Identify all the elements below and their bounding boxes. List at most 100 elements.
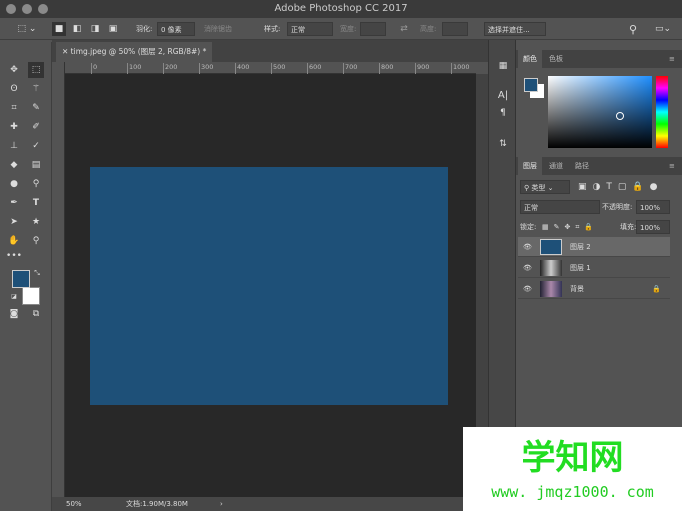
document-image[interactable] [90,167,448,405]
lasso-tool-icon[interactable]: ʘ [6,81,22,97]
marquee-preset-icon[interactable]: ⬚ ⌄ [14,22,40,36]
intersect-selection-icon[interactable]: ▣ [106,22,120,36]
default-colors-icon[interactable]: ◪ [10,292,18,300]
path-select-icon[interactable]: ➤ [6,214,22,230]
layer-row[interactable]: 👁 图层 1 [518,258,670,278]
layer-filter-icons[interactable]: ▣◑T▢🔒● [578,180,663,194]
more-tools-icon[interactable]: ••• [6,250,22,262]
marquee-tool-icon[interactable]: ⬚ [28,62,44,78]
history-panel-icon[interactable]: ▦ [495,58,511,74]
ruler-tick: 100 [127,63,141,74]
dodge-tool-icon[interactable]: ⚲ [28,176,44,192]
ruler-tick: 1000 [451,63,470,74]
antialias-checkbox[interactable]: 消除锯齿 [204,22,232,36]
color-panel-tabs: 颜色 色板 ≡ [516,50,682,68]
hand-tool-icon[interactable]: ✋ [6,233,22,249]
opacity-input[interactable]: 100% [636,200,670,214]
hue-slider[interactable] [656,76,668,148]
history-brush-icon[interactable]: ✓ [28,138,44,154]
quick-mask-icon[interactable]: ◙ [6,308,22,320]
swap-icon[interactable]: ⇄ [398,22,410,36]
subtract-selection-icon[interactable]: ◨ [88,22,102,36]
visibility-eye-icon[interactable]: 👁 [523,237,532,257]
zoom-tool-icon[interactable]: ⚲ [28,233,44,249]
layer-thumbnail [540,260,562,276]
color-picker-field[interactable] [548,76,652,148]
workspace-icon[interactable]: ▭⌄ [652,22,674,36]
screen-mode-icon[interactable]: ⧉ [28,308,44,320]
zoom-level[interactable]: 50% [66,497,82,511]
visibility-eye-icon[interactable]: 👁 [523,258,532,278]
feather-input[interactable]: 0 像素 [157,22,195,36]
style-label: 样式: [264,25,281,33]
status-menu-arrow-icon[interactable]: › [220,497,223,511]
style-select[interactable]: 正常 [287,22,333,36]
panel-menu-icon[interactable]: ≡ [664,157,680,175]
layer-name[interactable]: 背景 [570,279,584,299]
lock-icons[interactable]: ▦✎✥⌗🔒 [542,220,598,234]
fill-label: 填充: [620,223,637,231]
layers-panel-tabs: 图层 通道 路径 ≡ [516,157,682,175]
layer-thumbnail [540,281,562,297]
document-tab-label: timg.jpeg @ 50% (图层 2, RGB/8#) * [70,47,207,56]
width-input[interactable] [360,22,386,36]
blend-mode-select[interactable]: 正常 [520,200,600,214]
swap-colors-icon[interactable]: ⤡ [32,268,42,278]
lock-icon: 🔒 [652,285,661,293]
layer-filter-label: 类型 [531,184,546,192]
color-fg-swatch[interactable] [524,78,538,92]
height-input[interactable] [442,22,468,36]
search-icon[interactable]: ⚲ [626,22,640,36]
ruler-tick: 200 [163,63,177,74]
zoom-window-button[interactable] [38,4,48,14]
properties-panel-icon[interactable]: ⇅ [495,136,511,152]
type-tool-icon[interactable]: T [28,195,44,211]
height-label: 高度: [420,25,437,33]
lock-label: 锁定: [520,223,537,231]
close-tab-icon[interactable]: ✕ [62,47,71,56]
layer-name[interactable]: 图层 1 [570,258,591,278]
visibility-eye-icon[interactable]: 👁 [523,279,532,299]
minimize-window-button[interactable] [22,4,32,14]
ruler-tick: 900 [415,63,429,74]
healing-brush-icon[interactable]: ✚ [6,119,22,135]
ruler-tick: 0 [91,63,97,74]
new-selection-icon[interactable]: ■ [52,22,66,36]
close-window-button[interactable] [6,4,16,14]
tab-swatches[interactable]: 色板 [544,50,568,68]
fill-input[interactable]: 100% [636,220,670,234]
blur-tool-icon[interactable]: ● [6,176,22,192]
options-bar: ⬚ ⌄ ■ ◧ ◨ ▣ 羽化: 0 像素 消除锯齿 样式: 正常 宽度: ⇄ 高… [0,18,682,40]
tab-channels[interactable]: 通道 [544,157,568,175]
character-panel-icon[interactable]: A| [495,88,511,102]
color-picker-cursor[interactable] [616,112,624,120]
pen-tool-icon[interactable]: ✒ [6,195,22,211]
tab-paths[interactable]: 路径 [570,157,594,175]
move-tool-icon[interactable]: ✥ [6,62,22,78]
add-selection-icon[interactable]: ◧ [70,22,84,36]
ruler-tick: 400 [235,63,249,74]
document-tab[interactable]: ✕ timg.jpeg @ 50% (图层 2, RGB/8#) * [56,42,212,62]
select-and-mask-button[interactable]: 选择并遮住... [484,22,546,36]
shape-tool-icon[interactable]: ★ [28,214,44,230]
eraser-icon[interactable]: ◆ [6,157,22,173]
eyedropper-icon[interactable]: ✎ [28,100,44,116]
foreground-color-swatch[interactable] [12,270,30,288]
magic-wand-icon[interactable]: ⚚ [28,81,44,97]
background-color-swatch[interactable] [22,287,40,305]
ruler-tick: 700 [343,63,357,74]
stamp-tool-icon[interactable]: ⊥ [6,138,22,154]
gradient-tool-icon[interactable]: ▤ [28,157,44,173]
layer-name[interactable]: 图层 2 [570,237,591,257]
brush-tool-icon[interactable]: ✐ [28,119,44,135]
document-size: 文档:1.90M/3.80M [126,500,188,508]
layer-row[interactable]: 👁 图层 2 [518,237,670,257]
layer-row[interactable]: 👁 背景 🔒 [518,279,670,299]
status-bar: 50% 文档:1.90M/3.80M › [52,497,488,511]
tab-color[interactable]: 颜色 [518,50,542,68]
layer-filter-select[interactable]: ⚲ 类型 ⌄ [520,180,570,194]
crop-tool-icon[interactable]: ⌗ [6,100,22,116]
panel-menu-icon[interactable]: ≡ [664,50,680,68]
paragraph-panel-icon[interactable]: ¶ [495,106,511,120]
tab-layers[interactable]: 图层 [518,157,542,175]
